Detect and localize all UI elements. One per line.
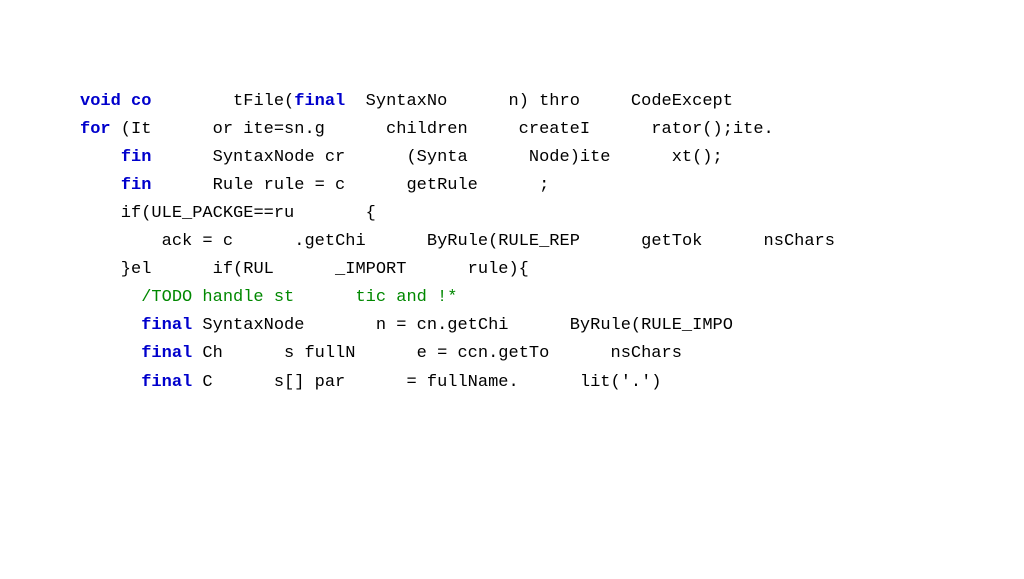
code-background: void co tFile(final SyntaxNo n) thro Cod…: [0, 0, 1024, 579]
